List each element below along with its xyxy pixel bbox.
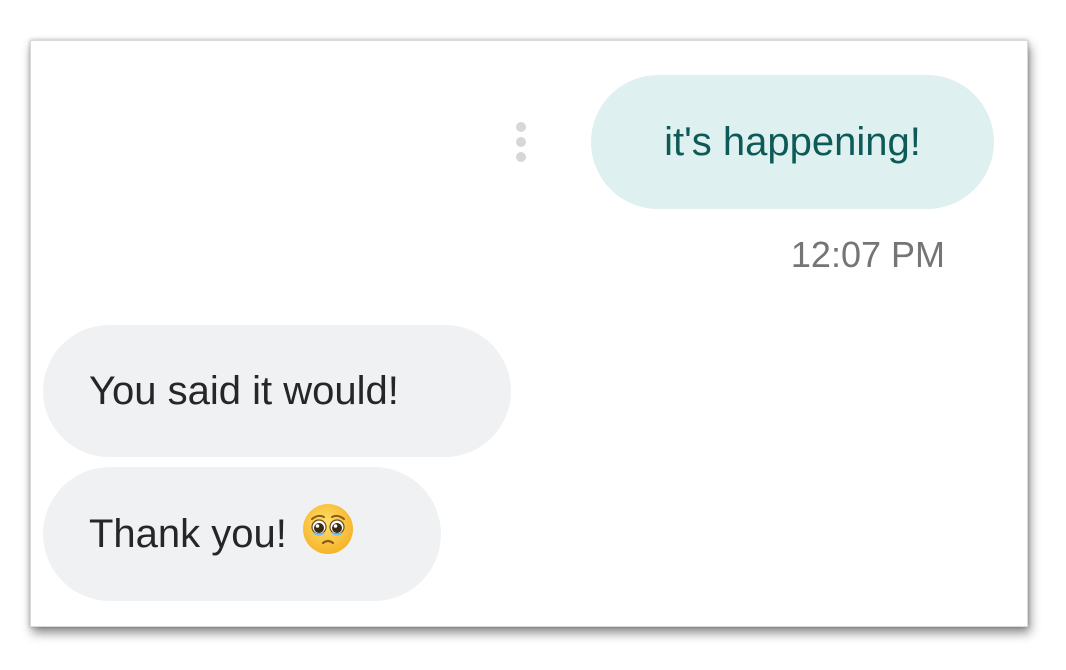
outgoing-message-bubble[interactable]: it's happening! [591,75,994,209]
incoming-message-bubble[interactable]: You said it would! [43,325,511,457]
incoming-message-bubble[interactable]: Thank you! [43,467,441,601]
screenshot-stage: it's happening! 12:07 PM You said it wou… [0,0,1066,670]
message-options-button[interactable] [509,119,533,171]
message-text: it's happening! [664,119,921,164]
message-timestamp: 12:07 PM [790,234,945,275]
message-text: You said it would! [89,368,399,413]
pleading-face-emoji [301,502,355,566]
message-thread: it's happening! 12:07 PM You said it wou… [30,40,1028,627]
more-vertical-icon [516,122,526,162]
message-text: Thank you! [89,511,287,556]
